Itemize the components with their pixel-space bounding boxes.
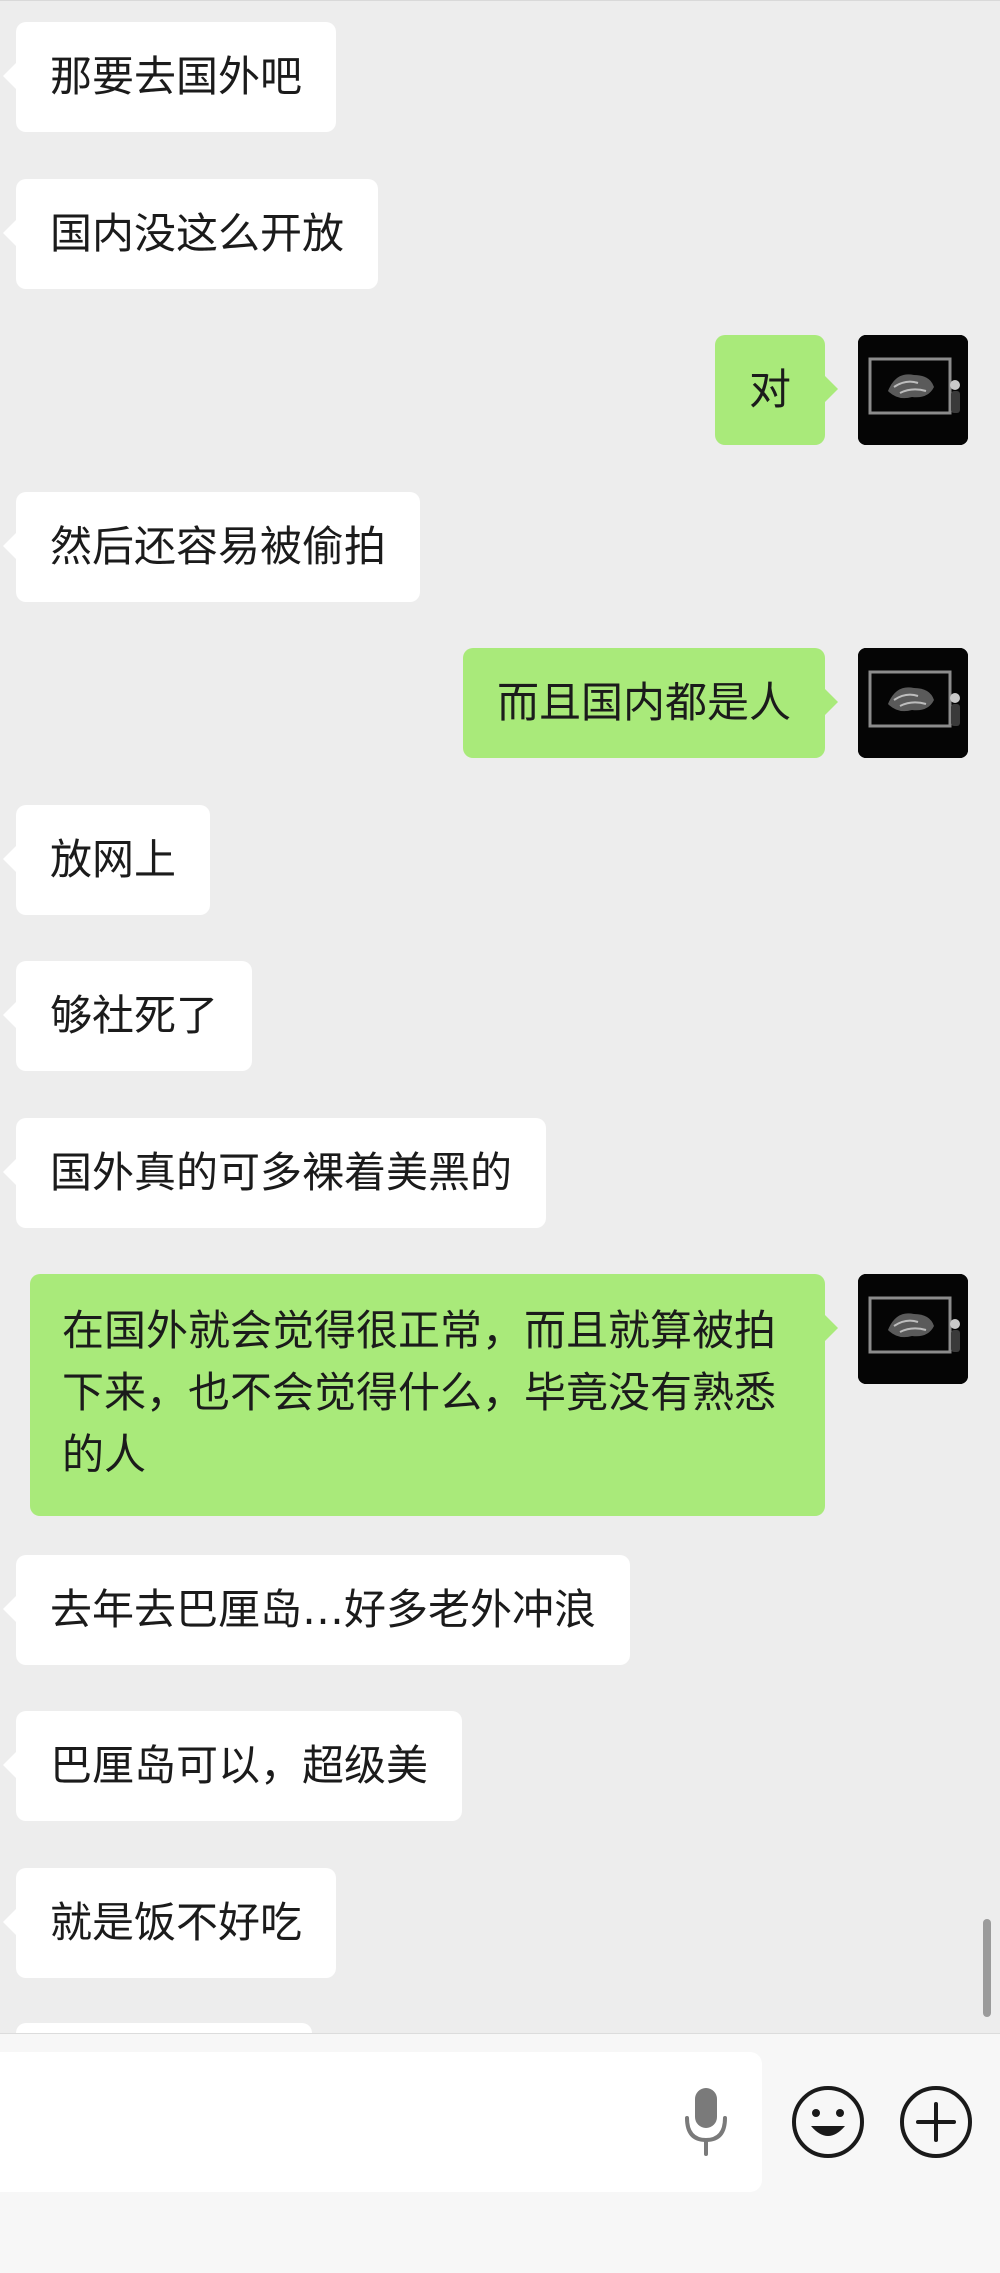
outgoing-message-bubble[interactable]: 而且国内都是人 bbox=[462, 648, 839, 758]
avatar[interactable] bbox=[858, 335, 968, 445]
outgoing-message-bubble[interactable]: 对 bbox=[714, 335, 839, 445]
message-row: 在国外就会觉得很正常，而且就算被拍下来，也不会觉得什么，毕竟没有熟悉的人 bbox=[0, 1274, 1000, 1516]
message-row: 对 bbox=[0, 335, 1000, 445]
avatar[interactable] bbox=[858, 648, 968, 758]
plus-circle-icon bbox=[900, 2086, 972, 2158]
microphone-icon bbox=[685, 2088, 727, 2156]
smiley-face-icon bbox=[792, 2086, 864, 2158]
message-row: 巴厘岛可以，超级美 bbox=[0, 1711, 1000, 1821]
scrollbar-thumb[interactable] bbox=[983, 1919, 991, 2017]
incoming-message-bubble[interactable]: 然后还容易被偷拍 bbox=[2, 492, 421, 602]
avatar[interactable] bbox=[858, 1274, 968, 1384]
incoming-message-bubble[interactable]: 巴厘岛可以，超级美 bbox=[2, 1711, 463, 1821]
emoji-button[interactable] bbox=[790, 2084, 866, 2160]
message-row: 那要去国外吧 bbox=[0, 22, 1000, 132]
outgoing-message-bubble[interactable]: 在国外就会觉得很正常，而且就算被拍下来，也不会觉得什么，毕竟没有熟悉的人 bbox=[30, 1274, 838, 1516]
message-row: 而且国内都是人 bbox=[0, 648, 1000, 758]
incoming-message-bubble[interactable]: 够社死了 bbox=[2, 961, 253, 1071]
incoming-message-bubble[interactable]: 去年去巴厘岛…好多老外冲浪 bbox=[2, 1555, 631, 1665]
message-row: 放网上 bbox=[0, 805, 1000, 915]
message-row: 去年去巴厘岛…好多老外冲浪 bbox=[0, 1555, 1000, 1665]
incoming-message-bubble[interactable]: 国内没这么开放 bbox=[2, 179, 379, 289]
voice-button[interactable] bbox=[676, 2082, 736, 2162]
message-row: 国外真的可多裸着美黑的 bbox=[0, 1118, 1000, 1228]
incoming-message-bubble[interactable]: 那要去国外吧 bbox=[2, 22, 337, 132]
message-list[interactable]: 那要去国外吧 国内没这么开放 对 然后还容易被偷拍 而且国内都是人 放网上 够社… bbox=[0, 0, 1000, 2033]
avatar-image-icon bbox=[858, 648, 968, 758]
message-row: 就是饭不好吃 bbox=[0, 1868, 1000, 1978]
input-bar bbox=[0, 2033, 1000, 2273]
incoming-message-bubble[interactable]: 放网上 bbox=[2, 805, 211, 915]
avatar-image-icon bbox=[858, 335, 968, 445]
message-row: 够社死了 bbox=[0, 961, 1000, 1071]
chat-window: 那要去国外吧 国内没这么开放 对 然后还容易被偷拍 而且国内都是人 放网上 够社… bbox=[0, 0, 1000, 2273]
message-input[interactable] bbox=[0, 2052, 762, 2192]
incoming-message-bubble-partial[interactable] bbox=[16, 2023, 312, 2033]
message-row-partial bbox=[0, 2023, 1000, 2033]
message-row: 然后还容易被偷拍 bbox=[0, 492, 1000, 602]
message-row: 国内没这么开放 bbox=[0, 179, 1000, 289]
incoming-message-bubble[interactable]: 国外真的可多裸着美黑的 bbox=[2, 1118, 547, 1228]
incoming-message-bubble[interactable]: 就是饭不好吃 bbox=[2, 1868, 337, 1978]
more-button[interactable] bbox=[898, 2084, 974, 2160]
avatar-image-icon bbox=[858, 1274, 968, 1384]
